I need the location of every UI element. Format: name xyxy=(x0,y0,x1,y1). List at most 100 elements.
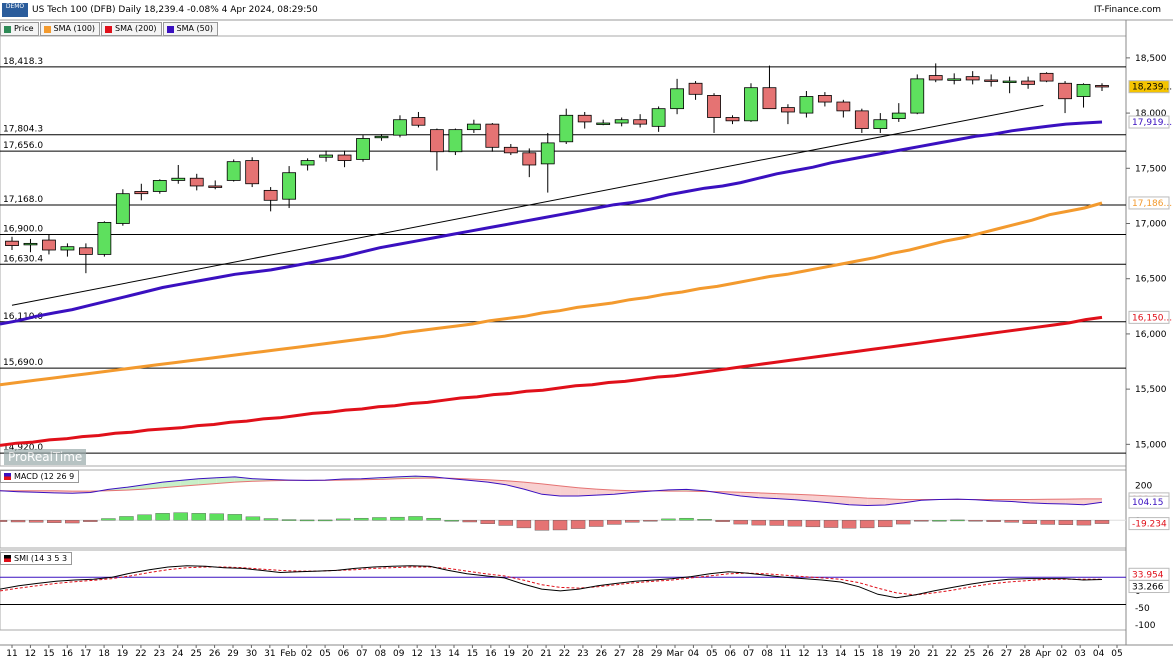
macd-histogram-bar xyxy=(805,520,821,528)
macd-histogram-bar xyxy=(1058,520,1074,525)
x-tick-label: 16 xyxy=(485,649,497,659)
legend-item-price[interactable]: Price xyxy=(0,22,39,36)
brand-label: IT-Finance.com xyxy=(1093,5,1161,15)
x-tick-label: 19 xyxy=(117,649,129,659)
x-tick-label: 02 xyxy=(1056,649,1067,659)
x-tick-label: 26 xyxy=(982,649,994,659)
x-tick-label: 18 xyxy=(98,649,110,659)
macd-histogram-bar xyxy=(679,517,694,521)
x-tick-label: Feb xyxy=(280,649,296,659)
candle-down xyxy=(854,110,869,129)
x-tick-label: 15 xyxy=(467,649,478,659)
smi-panel-label[interactable]: SMI (14 3 5 3 xyxy=(0,552,73,565)
candle-down xyxy=(78,247,93,255)
macd-histogram-bar xyxy=(914,520,929,522)
macd-histogram-bar xyxy=(498,520,514,526)
price-tick-label: 15,500 xyxy=(1135,385,1167,395)
candle-down xyxy=(503,146,518,154)
legend-swatch xyxy=(4,25,11,33)
x-tick-label: 22 xyxy=(559,649,570,659)
level-label: 16,630.4 xyxy=(3,254,43,264)
candle-down xyxy=(928,75,943,81)
demo-badge: DEMO xyxy=(2,3,28,17)
candle-up xyxy=(448,129,463,153)
smi-value-label: 33.266 xyxy=(1132,583,1164,593)
x-tick-label: 26 xyxy=(209,649,221,659)
candle-up xyxy=(670,88,684,110)
candle-up xyxy=(115,193,130,224)
price-tick-label: 16,000 xyxy=(1135,330,1167,340)
x-tick-label: 26 xyxy=(596,649,608,659)
candle-up xyxy=(1076,83,1091,97)
x-tick-label: 13 xyxy=(817,649,828,659)
candle-down xyxy=(965,76,980,81)
price-tick-label: 16,500 xyxy=(1135,275,1167,285)
x-tick-label: 06 xyxy=(725,649,737,659)
legend-swatch xyxy=(166,25,174,33)
price-legend: Price SMA (100) SMA (200) SMA (50) xyxy=(0,22,219,36)
candle-up xyxy=(1002,80,1017,83)
macd-histogram-bar xyxy=(534,520,550,531)
level-label: 17,656.0 xyxy=(3,141,43,151)
legend-item-sma-100[interactable]: SMA (100) xyxy=(39,22,101,36)
last-value-label: 17,919... xyxy=(1132,118,1172,128)
macd-histogram-bar xyxy=(607,520,622,525)
macd-histogram-bar xyxy=(245,516,261,521)
x-tick-label: 27 xyxy=(614,649,625,659)
candle-down xyxy=(577,114,592,123)
macd-histogram-bar xyxy=(209,513,224,521)
chart-title: US Tech 100 (DFB) Daily 18,239.4 -0.08% … xyxy=(32,5,318,15)
x-tick-label: 08 xyxy=(761,649,773,659)
x-tick-label: 18 xyxy=(872,649,884,659)
macd-histogram-bar xyxy=(173,512,188,521)
x-tick-label: 22 xyxy=(946,649,957,659)
x-tick-label: 05 xyxy=(706,649,717,659)
x-tick-label: Apr xyxy=(1036,649,1052,659)
macd-histogram-bar xyxy=(1094,520,1110,524)
chart-canvas[interactable]: 18,50018,00017,50017,00016,50016,00015,5… xyxy=(0,0,1173,660)
macd-histogram-bar xyxy=(336,518,351,521)
candle-up xyxy=(60,246,75,251)
macd-histogram-bar xyxy=(119,516,134,521)
legend-item-sma-50[interactable]: SMA (50) xyxy=(162,22,218,36)
macd-histogram-bar xyxy=(769,520,785,526)
x-tick-label: 07 xyxy=(743,649,754,659)
x-tick-label: 25 xyxy=(964,649,975,659)
macd-swatch xyxy=(4,473,11,480)
macd-histogram-bar xyxy=(950,519,965,522)
x-tick-label: 02 xyxy=(301,649,312,659)
candle-up xyxy=(393,119,407,136)
legend-label: Price xyxy=(14,24,34,33)
x-tick-label: 30 xyxy=(246,649,258,659)
macd-panel-label[interactable]: MACD (12 26 9 xyxy=(0,470,80,483)
legend-item-sma-200[interactable]: SMA (200) xyxy=(101,22,162,36)
x-tick-label: 27 xyxy=(1001,649,1012,659)
macd-histogram-bar xyxy=(444,520,459,522)
candle-down xyxy=(411,117,426,126)
candle-up xyxy=(873,119,888,129)
macd-histogram-bar xyxy=(83,520,98,522)
smi-tick-label: -100 xyxy=(1135,621,1156,631)
macd-histogram-bar xyxy=(191,513,206,521)
x-tick-label: 23 xyxy=(154,649,165,659)
macd-histogram-bar xyxy=(317,519,333,522)
candle-up xyxy=(23,242,38,246)
macd-histogram-bar xyxy=(715,520,730,522)
macd-histogram-bar xyxy=(46,520,62,523)
price-tick-label: 15,000 xyxy=(1135,440,1167,450)
x-tick-label: 29 xyxy=(227,649,239,659)
x-tick-label: 04 xyxy=(1093,649,1105,659)
x-tick-label: 28 xyxy=(632,649,644,659)
candle-up xyxy=(356,138,370,160)
candle-up xyxy=(891,112,906,120)
candle-up xyxy=(744,87,758,122)
x-tick-label: 21 xyxy=(540,649,551,659)
macd-cloud xyxy=(867,498,886,506)
macd-histogram-bar xyxy=(643,520,658,522)
candle-up xyxy=(171,177,186,181)
macd-histogram-bar xyxy=(65,520,80,524)
x-tick-label: 25 xyxy=(190,649,201,659)
x-tick-label: 03 xyxy=(1074,649,1085,659)
legend-label: SMA (50) xyxy=(176,24,213,33)
legend-label: SMA (200) xyxy=(115,24,157,33)
